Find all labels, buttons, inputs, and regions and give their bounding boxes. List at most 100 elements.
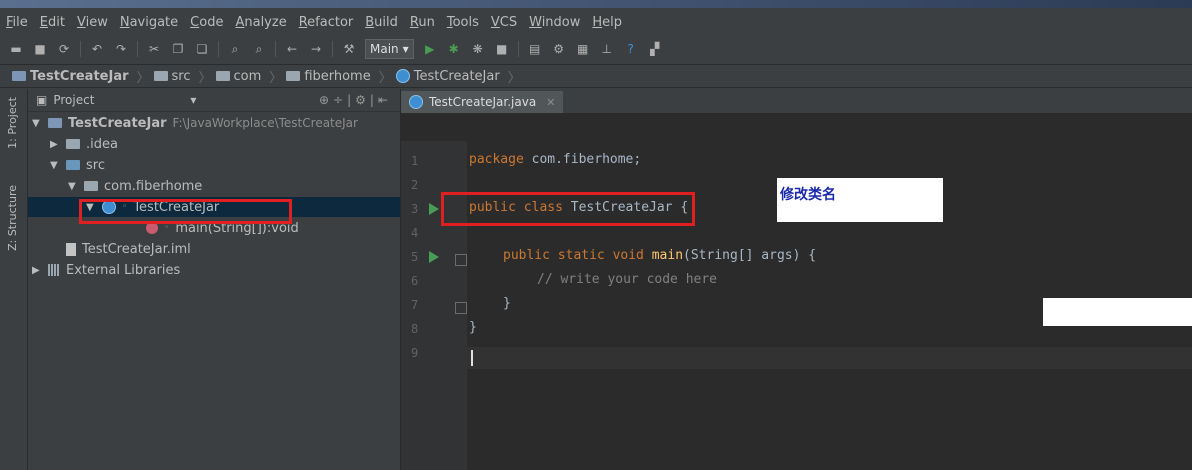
fold-icon[interactable] xyxy=(455,302,467,314)
package-icon xyxy=(215,71,230,81)
tree-item-src[interactable]: ▼ src xyxy=(50,155,105,175)
vcs-icon[interactable]: ▤ xyxy=(527,41,543,57)
replace-icon[interactable]: ⌕ xyxy=(251,41,267,57)
stop-icon[interactable]: ■ xyxy=(494,41,510,57)
paste-icon[interactable]: ❏ xyxy=(194,41,210,57)
tree-item-iml[interactable]: TestCreateJar.iml xyxy=(66,239,191,259)
menu-edit[interactable]: Edit xyxy=(40,15,65,30)
copy-icon[interactable]: ❐ xyxy=(170,41,186,57)
line-number: 3 xyxy=(411,202,419,216)
breadcrumb-item[interactable]: src 〉 xyxy=(153,67,212,86)
project-path: F:\JavaWorkplace\TestCreateJar xyxy=(172,116,358,130)
class-icon xyxy=(409,95,423,109)
code-line-5[interactable]: public static void main(String[] args) { xyxy=(503,248,816,263)
tab-label: TestCreateJar.java xyxy=(429,95,537,109)
menu-file[interactable]: File xyxy=(6,15,28,30)
class-icon xyxy=(395,69,410,83)
annotation-highlight-tree xyxy=(79,199,292,224)
code-line-8[interactable]: } xyxy=(469,320,477,335)
forward-icon[interactable]: → xyxy=(308,41,324,57)
breadcrumb-label: fiberhome xyxy=(304,68,371,84)
expand-icon[interactable]: ▼ xyxy=(68,181,78,192)
save-icon[interactable]: ■ xyxy=(32,41,48,57)
collapse-icon[interactable]: ▶ xyxy=(32,265,42,276)
panel-actions[interactable]: ⊕÷|⚙|⇤ xyxy=(319,93,392,107)
menu-vcs[interactable]: VCS xyxy=(491,15,517,30)
redo-icon[interactable]: ↷ xyxy=(113,41,129,57)
menu-help[interactable]: Help xyxy=(592,15,622,30)
menu-refactor[interactable]: Refactor xyxy=(299,15,354,30)
make-icon[interactable]: ⚒ xyxy=(341,41,357,57)
toolbar-separator xyxy=(275,41,276,57)
undo-icon[interactable]: ↶ xyxy=(89,41,105,57)
menu-navigate[interactable]: Navigate xyxy=(120,15,178,30)
tree-item-idea[interactable]: ▶ .idea xyxy=(50,134,118,154)
code-line-6[interactable]: // write your code here xyxy=(537,272,717,287)
module-icon xyxy=(48,118,62,128)
settings-icon[interactable]: ⚙ xyxy=(551,41,567,57)
close-icon[interactable]: ✕ xyxy=(546,96,555,109)
toolbar-separator xyxy=(332,41,333,57)
breadcrumb-item[interactable]: TestCreateJar 〉 xyxy=(395,67,521,86)
coverage-icon[interactable]: ❋ xyxy=(470,41,486,57)
source-folder-icon xyxy=(66,160,80,170)
project-panel: ▣ Project ▾ ⊕÷|⚙|⇤ ▼ TestCreateJar F:\Ja… xyxy=(28,89,401,470)
run-configuration-select[interactable]: Main ▾ xyxy=(365,39,414,59)
run-gutter-icon[interactable] xyxy=(429,251,439,263)
line-number: 6 xyxy=(411,274,419,288)
toolbar-separator xyxy=(517,41,519,57)
collapse-icon[interactable]: ▶ xyxy=(50,139,60,150)
separator-icon: 〉 xyxy=(378,70,392,86)
menu-run[interactable]: Run xyxy=(410,15,435,30)
tree-item-label: com.fiberhome xyxy=(104,178,203,194)
code-token: main xyxy=(651,248,684,263)
debug-icon[interactable]: ✱ xyxy=(446,41,462,57)
project-panel-header: ▣ Project ▾ ⊕÷|⚙|⇤ xyxy=(28,89,400,112)
code-line-7[interactable]: } xyxy=(503,296,511,311)
line-number: 7 xyxy=(411,298,419,312)
tab-testcreatejar-java[interactable]: TestCreateJar.java ✕ xyxy=(401,91,564,113)
back-icon[interactable]: ← xyxy=(284,41,300,57)
structure-icon[interactable]: ▦ xyxy=(575,41,591,57)
breadcrumb-item[interactable]: TestCreateJar 〉 xyxy=(12,67,150,86)
text-caret xyxy=(471,350,473,366)
tree-item-package[interactable]: ▼ com.fiberhome xyxy=(68,176,202,196)
tab-project[interactable]: 1: Project xyxy=(6,97,19,149)
code-token: public static void xyxy=(503,248,644,263)
breadcrumb-item[interactable]: fiberhome 〉 xyxy=(286,67,392,86)
tab-structure[interactable]: Z: Structure xyxy=(6,185,19,251)
expand-icon[interactable]: ▼ xyxy=(50,160,60,171)
project-panel-title[interactable]: Project xyxy=(53,93,94,107)
code-token: (String[] args) { xyxy=(683,248,817,263)
menu-window[interactable]: Window xyxy=(529,15,580,30)
package-icon xyxy=(84,181,98,191)
library-icon xyxy=(48,264,60,276)
breadcrumb-label: com xyxy=(233,68,262,84)
open-icon[interactable]: ▬ xyxy=(8,41,24,57)
toolbar-separator xyxy=(80,41,81,57)
menu-view[interactable]: View xyxy=(77,15,108,30)
tree-item-project-root[interactable]: ▼ TestCreateJar F:\JavaWorkplace\TestCre… xyxy=(32,113,358,133)
cut-icon[interactable]: ✂ xyxy=(146,41,162,57)
chevron-down-icon[interactable]: ▾ xyxy=(190,93,196,107)
code-line-1[interactable]: package com.fiberhome; xyxy=(469,152,641,167)
menu-code[interactable]: Code xyxy=(190,15,223,30)
run-gutter-icon[interactable] xyxy=(429,203,439,215)
tree-item-label: External Libraries xyxy=(66,262,181,278)
menu-build[interactable]: Build xyxy=(365,15,398,30)
find-icon[interactable]: ⌕ xyxy=(227,41,243,57)
run-icon[interactable]: ▶ xyxy=(422,41,438,57)
fold-icon[interactable] xyxy=(455,254,467,266)
menu-analyze[interactable]: Analyze xyxy=(235,15,286,30)
expand-icon[interactable]: ▼ xyxy=(32,118,42,129)
left-tool-strip: 1: Project Z: Structure xyxy=(0,89,28,470)
sdk-icon[interactable]: ⊥ xyxy=(599,41,615,57)
line-number: 4 xyxy=(411,226,419,240)
toolbar-separator xyxy=(137,41,138,57)
tree-item-external-libraries[interactable]: ▶ External Libraries xyxy=(32,260,180,280)
sync-icon[interactable]: ⟳ xyxy=(56,41,72,57)
breadcrumb-item[interactable]: com 〉 xyxy=(215,67,282,86)
menu-tools[interactable]: Tools xyxy=(447,15,479,30)
tasks-icon[interactable]: ▞ xyxy=(647,41,663,57)
help-icon[interactable]: ? xyxy=(623,41,639,57)
